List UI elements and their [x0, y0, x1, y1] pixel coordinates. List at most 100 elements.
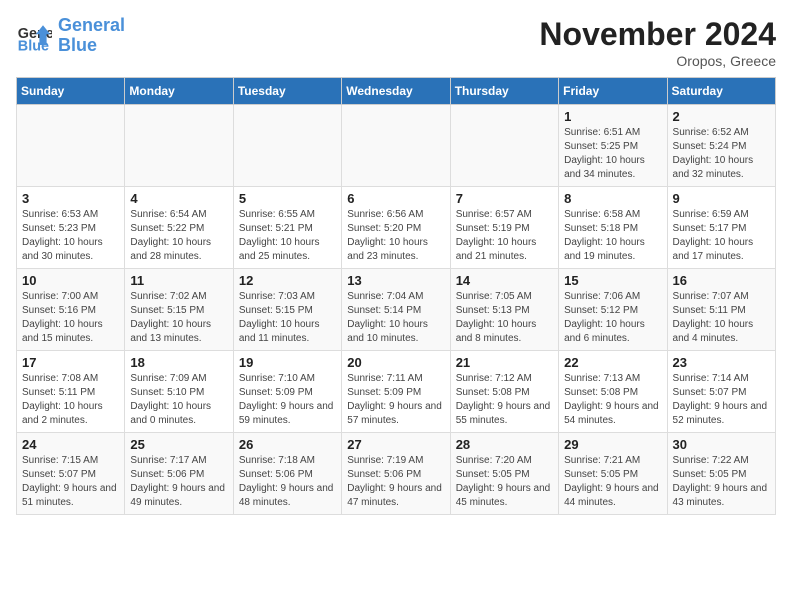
calendar-cell: 15 Sunrise: 7:06 AM Sunset: 5:12 PM Dayli…	[559, 269, 667, 351]
calendar-cell: 28 Sunrise: 7:20 AM Sunset: 5:05 PM Dayli…	[450, 433, 558, 515]
calendar-cell: 21 Sunrise: 7:12 AM Sunset: 5:08 PM Dayli…	[450, 351, 558, 433]
calendar-cell	[450, 105, 558, 187]
calendar-cell: 1 Sunrise: 6:51 AM Sunset: 5:25 PM Daylig…	[559, 105, 667, 187]
logo: General Blue GeneralBlue	[16, 16, 125, 56]
day-info: Sunrise: 7:04 AM Sunset: 5:14 PM Dayligh…	[347, 290, 444, 346]
day-info: Sunrise: 7:20 AM Sunset: 5:05 PM Dayligh…	[456, 454, 553, 510]
day-number: 18	[130, 355, 227, 370]
day-info: Sunrise: 7:08 AM Sunset: 5:11 PM Dayligh…	[22, 372, 119, 428]
calendar-cell: 10 Sunrise: 7:00 AM Sunset: 5:16 PM Dayli…	[17, 269, 125, 351]
day-number: 11	[130, 273, 227, 288]
day-number: 16	[673, 273, 770, 288]
day-info: Sunrise: 7:18 AM Sunset: 5:06 PM Dayligh…	[239, 454, 336, 510]
calendar-cell: 27Sunrise: 7:19 AM Sunset: 5:06 PM Dayli…	[342, 433, 450, 515]
day-number: 14	[456, 273, 553, 288]
day-info: Sunrise: 7:22 AM Sunset: 5:05 PM Dayligh…	[673, 454, 770, 510]
day-info: Sunrise: 7:05 AM Sunset: 5:13 PM Dayligh…	[456, 290, 553, 346]
day-number: 6	[347, 191, 444, 206]
day-number: 17	[22, 355, 119, 370]
day-info: Sunrise: 7:13 AM Sunset: 5:08 PM Dayligh…	[564, 372, 661, 428]
day-number: 24	[22, 437, 119, 452]
calendar-cell: 18Sunrise: 7:09 AM Sunset: 5:10 PM Dayli…	[125, 351, 233, 433]
day-number: 10	[22, 273, 119, 288]
logo-text: GeneralBlue	[58, 16, 125, 56]
day-number: 21	[456, 355, 553, 370]
logo-icon: General Blue	[16, 18, 52, 54]
day-info: Sunrise: 7:10 AM Sunset: 5:09 PM Dayligh…	[239, 372, 336, 428]
col-header-saturday: Saturday	[667, 78, 775, 105]
page-header: General Blue GeneralBlue November 2024 O…	[16, 16, 776, 69]
day-number: 30	[673, 437, 770, 452]
month-title: November 2024	[539, 16, 776, 53]
calendar-cell: 5Sunrise: 6:55 AM Sunset: 5:21 PM Daylig…	[233, 187, 341, 269]
calendar-cell: 25Sunrise: 7:17 AM Sunset: 5:06 PM Dayli…	[125, 433, 233, 515]
col-header-wednesday: Wednesday	[342, 78, 450, 105]
calendar-cell	[125, 105, 233, 187]
day-number: 29	[564, 437, 661, 452]
day-info: Sunrise: 6:52 AM Sunset: 5:24 PM Dayligh…	[673, 126, 770, 182]
col-header-friday: Friday	[559, 78, 667, 105]
day-number: 20	[347, 355, 444, 370]
calendar-cell: 14 Sunrise: 7:05 AM Sunset: 5:13 PM Dayli…	[450, 269, 558, 351]
day-info: Sunrise: 7:03 AM Sunset: 5:15 PM Dayligh…	[239, 290, 336, 346]
day-info: Sunrise: 7:00 AM Sunset: 5:16 PM Dayligh…	[22, 290, 119, 346]
day-number: 26	[239, 437, 336, 452]
col-header-thursday: Thursday	[450, 78, 558, 105]
calendar-cell: 12 Sunrise: 7:03 AM Sunset: 5:15 PM Dayli…	[233, 269, 341, 351]
day-number: 22	[564, 355, 661, 370]
calendar-cell: 24 Sunrise: 7:15 AM Sunset: 5:07 PM Dayli…	[17, 433, 125, 515]
day-number: 12	[239, 273, 336, 288]
day-info: Sunrise: 6:56 AM Sunset: 5:20 PM Dayligh…	[347, 208, 444, 264]
calendar-cell	[17, 105, 125, 187]
title-block: November 2024 Oropos, Greece	[539, 16, 776, 69]
day-info: Sunrise: 7:11 AM Sunset: 5:09 PM Dayligh…	[347, 372, 444, 428]
day-info: Sunrise: 6:53 AM Sunset: 5:23 PM Dayligh…	[22, 208, 119, 264]
calendar-cell: 4 Sunrise: 6:54 AM Sunset: 5:22 PM Daylig…	[125, 187, 233, 269]
day-number: 2	[673, 109, 770, 124]
day-info: Sunrise: 7:19 AM Sunset: 5:06 PM Dayligh…	[347, 454, 444, 510]
day-info: Sunrise: 7:02 AM Sunset: 5:15 PM Dayligh…	[130, 290, 227, 346]
calendar-cell: 26 Sunrise: 7:18 AM Sunset: 5:06 PM Dayli…	[233, 433, 341, 515]
calendar-cell: 22 Sunrise: 7:13 AM Sunset: 5:08 PM Dayli…	[559, 351, 667, 433]
calendar-cell: 29 Sunrise: 7:21 AM Sunset: 5:05 PM Dayli…	[559, 433, 667, 515]
calendar-cell: 3Sunrise: 6:53 AM Sunset: 5:23 PM Daylig…	[17, 187, 125, 269]
calendar-cell: 16Sunrise: 7:07 AM Sunset: 5:11 PM Dayli…	[667, 269, 775, 351]
day-info: Sunrise: 7:15 AM Sunset: 5:07 PM Dayligh…	[22, 454, 119, 510]
col-header-sunday: Sunday	[17, 78, 125, 105]
day-info: Sunrise: 6:54 AM Sunset: 5:22 PM Dayligh…	[130, 208, 227, 264]
day-number: 4	[130, 191, 227, 206]
day-info: Sunrise: 6:55 AM Sunset: 5:21 PM Dayligh…	[239, 208, 336, 264]
calendar-table: SundayMondayTuesdayWednesdayThursdayFrid…	[16, 77, 776, 515]
day-info: Sunrise: 7:12 AM Sunset: 5:08 PM Dayligh…	[456, 372, 553, 428]
calendar-cell	[342, 105, 450, 187]
day-number: 1	[564, 109, 661, 124]
calendar-cell: 30 Sunrise: 7:22 AM Sunset: 5:05 PM Dayli…	[667, 433, 775, 515]
day-info: Sunrise: 7:06 AM Sunset: 5:12 PM Dayligh…	[564, 290, 661, 346]
day-number: 19	[239, 355, 336, 370]
calendar-cell: 9 Sunrise: 6:59 AM Sunset: 5:17 PM Daylig…	[667, 187, 775, 269]
day-info: Sunrise: 6:59 AM Sunset: 5:17 PM Dayligh…	[673, 208, 770, 264]
day-number: 8	[564, 191, 661, 206]
calendar-cell: 2 Sunrise: 6:52 AM Sunset: 5:24 PM Daylig…	[667, 105, 775, 187]
day-info: Sunrise: 6:51 AM Sunset: 5:25 PM Dayligh…	[564, 126, 661, 182]
day-info: Sunrise: 7:14 AM Sunset: 5:07 PM Dayligh…	[673, 372, 770, 428]
col-header-monday: Monday	[125, 78, 233, 105]
day-number: 13	[347, 273, 444, 288]
day-info: Sunrise: 6:57 AM Sunset: 5:19 PM Dayligh…	[456, 208, 553, 264]
day-number: 9	[673, 191, 770, 206]
calendar-cell: 19 Sunrise: 7:10 AM Sunset: 5:09 PM Dayli…	[233, 351, 341, 433]
day-info: Sunrise: 6:58 AM Sunset: 5:18 PM Dayligh…	[564, 208, 661, 264]
col-header-tuesday: Tuesday	[233, 78, 341, 105]
day-number: 25	[130, 437, 227, 452]
location: Oropos, Greece	[539, 53, 776, 69]
day-number: 7	[456, 191, 553, 206]
calendar-cell: 6 Sunrise: 6:56 AM Sunset: 5:20 PM Daylig…	[342, 187, 450, 269]
calendar-cell: 23Sunrise: 7:14 AM Sunset: 5:07 PM Dayli…	[667, 351, 775, 433]
day-number: 28	[456, 437, 553, 452]
calendar-cell: 7 Sunrise: 6:57 AM Sunset: 5:19 PM Daylig…	[450, 187, 558, 269]
day-number: 15	[564, 273, 661, 288]
calendar-cell: 11 Sunrise: 7:02 AM Sunset: 5:15 PM Dayli…	[125, 269, 233, 351]
day-info: Sunrise: 7:21 AM Sunset: 5:05 PM Dayligh…	[564, 454, 661, 510]
calendar-cell: 17 Sunrise: 7:08 AM Sunset: 5:11 PM Dayli…	[17, 351, 125, 433]
calendar-cell: 8 Sunrise: 6:58 AM Sunset: 5:18 PM Daylig…	[559, 187, 667, 269]
